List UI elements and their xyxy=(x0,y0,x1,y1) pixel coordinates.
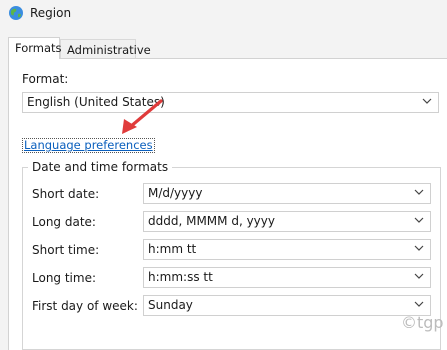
first-day-of-week-dropdown[interactable]: Sunday xyxy=(143,295,431,316)
title-bar: Region xyxy=(0,0,447,30)
watermark: ©tgp xyxy=(401,313,444,332)
short-date-dropdown[interactable]: M/d/yyyy xyxy=(143,183,431,204)
short-date-value: M/d/yyyy xyxy=(148,186,203,200)
tab-administrative[interactable]: Administrative xyxy=(60,39,151,59)
chevron-down-icon xyxy=(422,98,432,104)
first-day-of-week-value: Sunday xyxy=(148,298,193,312)
long-date-value: dddd, MMMM d, yyyy xyxy=(148,214,275,228)
short-time-label: Short time: xyxy=(32,243,100,257)
tab-formats[interactable]: Formats xyxy=(8,37,62,59)
format-value: English (United States) xyxy=(27,95,165,109)
language-preferences-link[interactable]: Language preferences xyxy=(22,138,155,153)
long-time-dropdown[interactable]: h:mm:ss tt xyxy=(143,267,431,288)
short-time-dropdown[interactable]: h:mm tt xyxy=(143,239,431,260)
short-date-label: Short date: xyxy=(32,187,100,201)
first-day-of-week-label: First day of week: xyxy=(32,299,138,313)
chevron-down-icon xyxy=(414,273,424,279)
format-dropdown[interactable]: English (United States) xyxy=(22,92,439,113)
chevron-down-icon xyxy=(414,245,424,251)
long-time-value: h:mm:ss tt xyxy=(148,270,213,284)
window-title: Region xyxy=(30,6,72,20)
format-label: Format: xyxy=(22,72,69,86)
long-date-label: Long date: xyxy=(32,215,96,229)
chevron-down-icon xyxy=(414,301,424,307)
date-time-group-title: Date and time formats xyxy=(28,160,173,174)
chevron-down-icon xyxy=(414,217,424,223)
long-time-label: Long time: xyxy=(32,271,97,285)
globe-icon xyxy=(9,6,23,20)
long-date-dropdown[interactable]: dddd, MMMM d, yyyy xyxy=(143,211,431,232)
short-time-value: h:mm tt xyxy=(148,242,197,256)
chevron-down-icon xyxy=(414,189,424,195)
